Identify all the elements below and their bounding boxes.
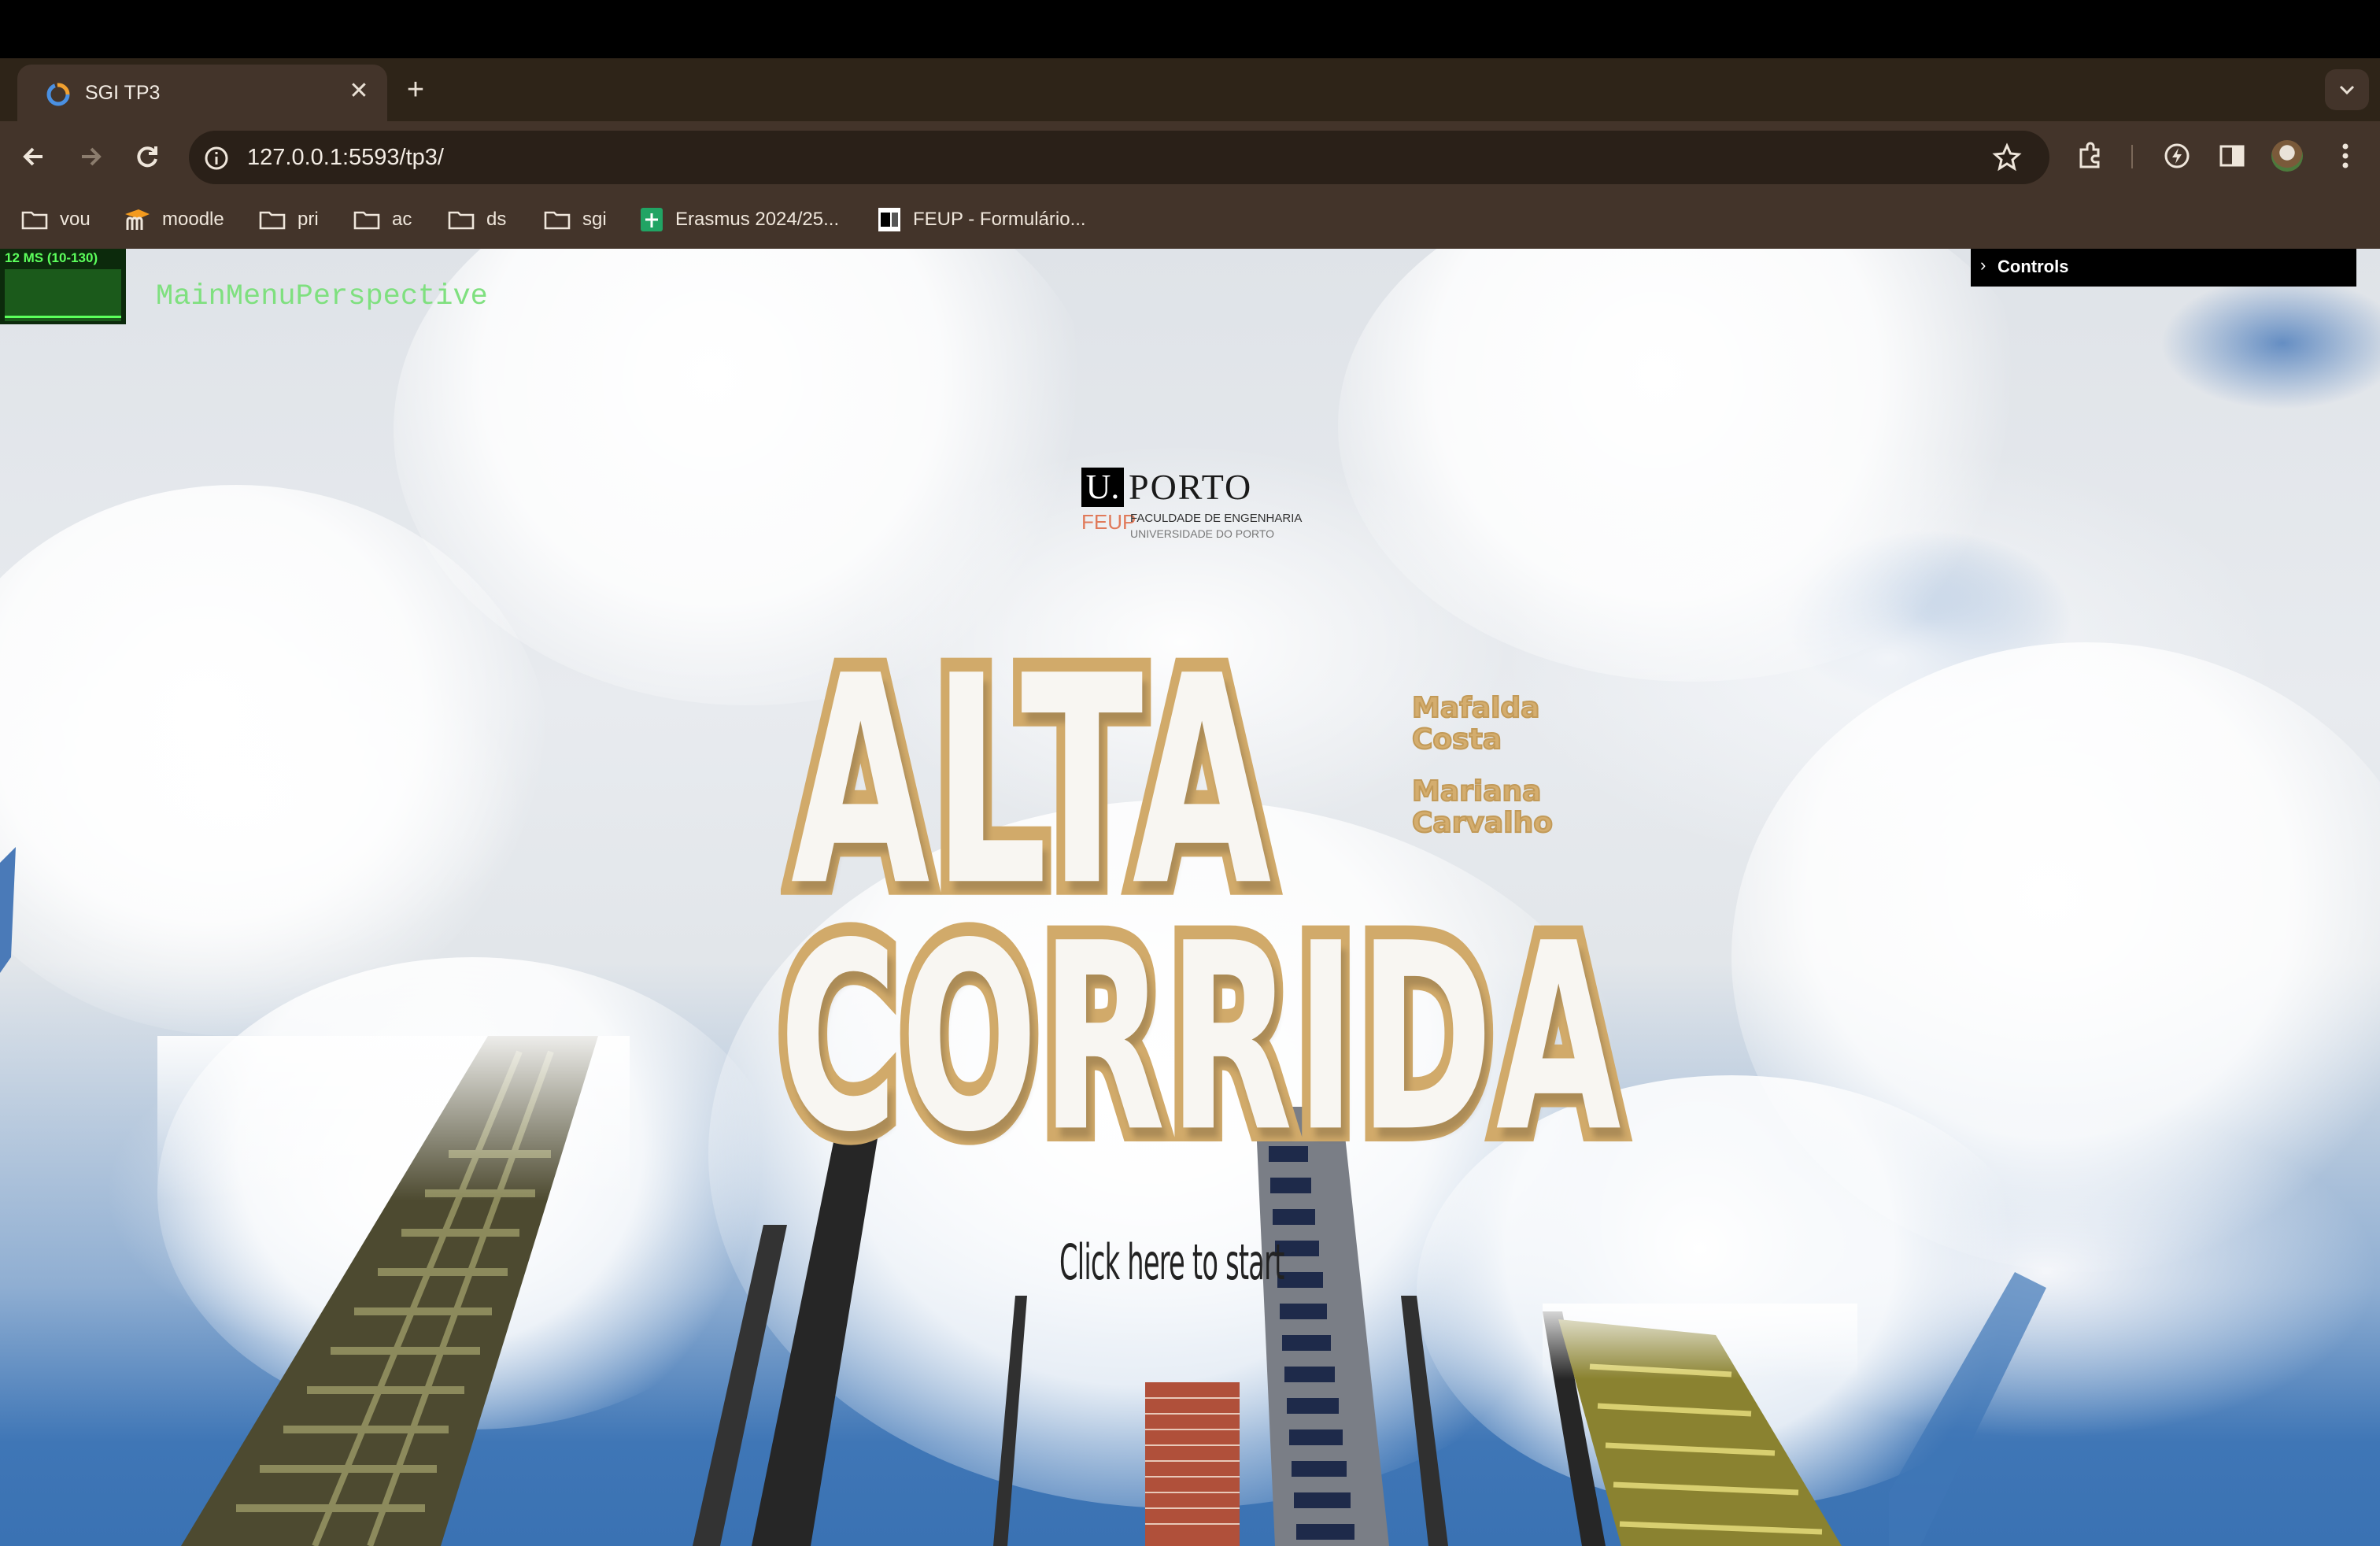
forward-arrow-icon[interactable] [69,135,112,178]
side-panel-icon[interactable] [2215,139,2249,173]
bookmark-feup-form[interactable]: FEUP - Formulário... [877,203,1086,236]
back-arrow-icon[interactable] [13,135,55,178]
bookmark-label: sgi [582,209,607,230]
bookmark-label: ac [392,209,412,230]
author-1: Mafalda Costa [1411,692,1540,756]
stats-graph [5,269,121,321]
bookmark-ac[interactable]: ac [353,203,412,236]
sheets-icon [641,208,663,231]
url-text: 127.0.0.1:5593/tp3/ [247,145,444,170]
camera-perspective-label: MainMenuPerspective [156,280,488,313]
bookmark-label: moodle [162,209,224,230]
bookmark-label: FEUP - Formulário... [913,209,1086,230]
uporto-feup-logo: U. PORTO FEUP FACULDADE DE ENGENHARIA UN… [1078,464,1306,543]
chevron-down-icon [2339,85,2355,95]
star-bookmark-icon[interactable] [1991,142,2023,173]
toolbar-divider [2131,145,2133,168]
logo-brand: U. [1081,468,1124,507]
folder-icon [21,211,48,230]
bookmark-vou[interactable]: vou [20,203,91,236]
author-2: Mariana Carvalho [1411,775,1554,840]
author-first-name: Mafalda [1411,692,1540,725]
bookmark-sgi[interactable]: sgi [543,203,607,236]
author-last-name: Costa [1411,723,1502,756]
logo-university: UNIVERSIDADE DO PORTO [1130,527,1275,540]
folder-icon [448,211,475,230]
bookmark-pri[interactable]: pri [258,203,319,236]
moodle-icon [125,209,150,230]
new-tab-icon[interactable]: + [398,72,433,107]
uporto-icon [878,208,900,231]
author-first-name: Mariana [1411,775,1542,808]
controls-panel-toggle[interactable]: › Controls [1971,249,2356,287]
stats-text: 12 MS (10-130) [5,250,98,265]
bookmark-erasmus[interactable]: Erasmus 2024/25... [639,203,839,236]
window-top-bar [0,0,2380,58]
close-tab-icon[interactable]: ✕ [343,76,375,107]
bookmark-moodle[interactable]: moodle [123,203,224,236]
author-last-name: Carvalho [1411,807,1554,840]
bookmark-label: vou [60,209,91,230]
address-bar[interactable]: 127.0.0.1:5593/tp3/ [189,131,2049,184]
site-info-icon[interactable] [203,145,230,172]
fps-stats-panel[interactable]: 12 MS (10-130) [0,249,126,324]
chevron-right-icon: › [1980,255,1986,275]
controls-label: Controls [1998,257,2069,276]
tab-title: SGI TP3 [85,82,161,104]
logo-faculty: FACULDADE DE ENGENHARIA [1130,512,1303,525]
tab-search-button[interactable] [2325,69,2369,110]
bookmark-label: Erasmus 2024/25... [675,209,840,230]
bookmark-label: pri [298,209,319,230]
more-menu-icon[interactable] [2331,139,2360,173]
reload-icon[interactable] [126,135,168,178]
profile-avatar[interactable] [2271,140,2303,172]
logo-name: PORTO [1129,467,1253,507]
folder-icon [353,211,380,230]
extensions-icon[interactable] [2073,139,2108,173]
folder-icon [544,211,571,230]
logo-feup: FEUP [1081,510,1136,534]
favicon-icon [46,83,70,106]
performance-icon[interactable] [2160,139,2194,173]
bookmark-label: ds [486,209,507,230]
game-title-line2: CORRIDA [771,875,1630,1203]
bookmark-ds[interactable]: ds [447,203,506,236]
browser-tab[interactable]: SGI TP3 ✕ [17,65,387,121]
start-button[interactable]: Click here to start [1059,1234,1284,1292]
folder-icon [259,211,286,230]
